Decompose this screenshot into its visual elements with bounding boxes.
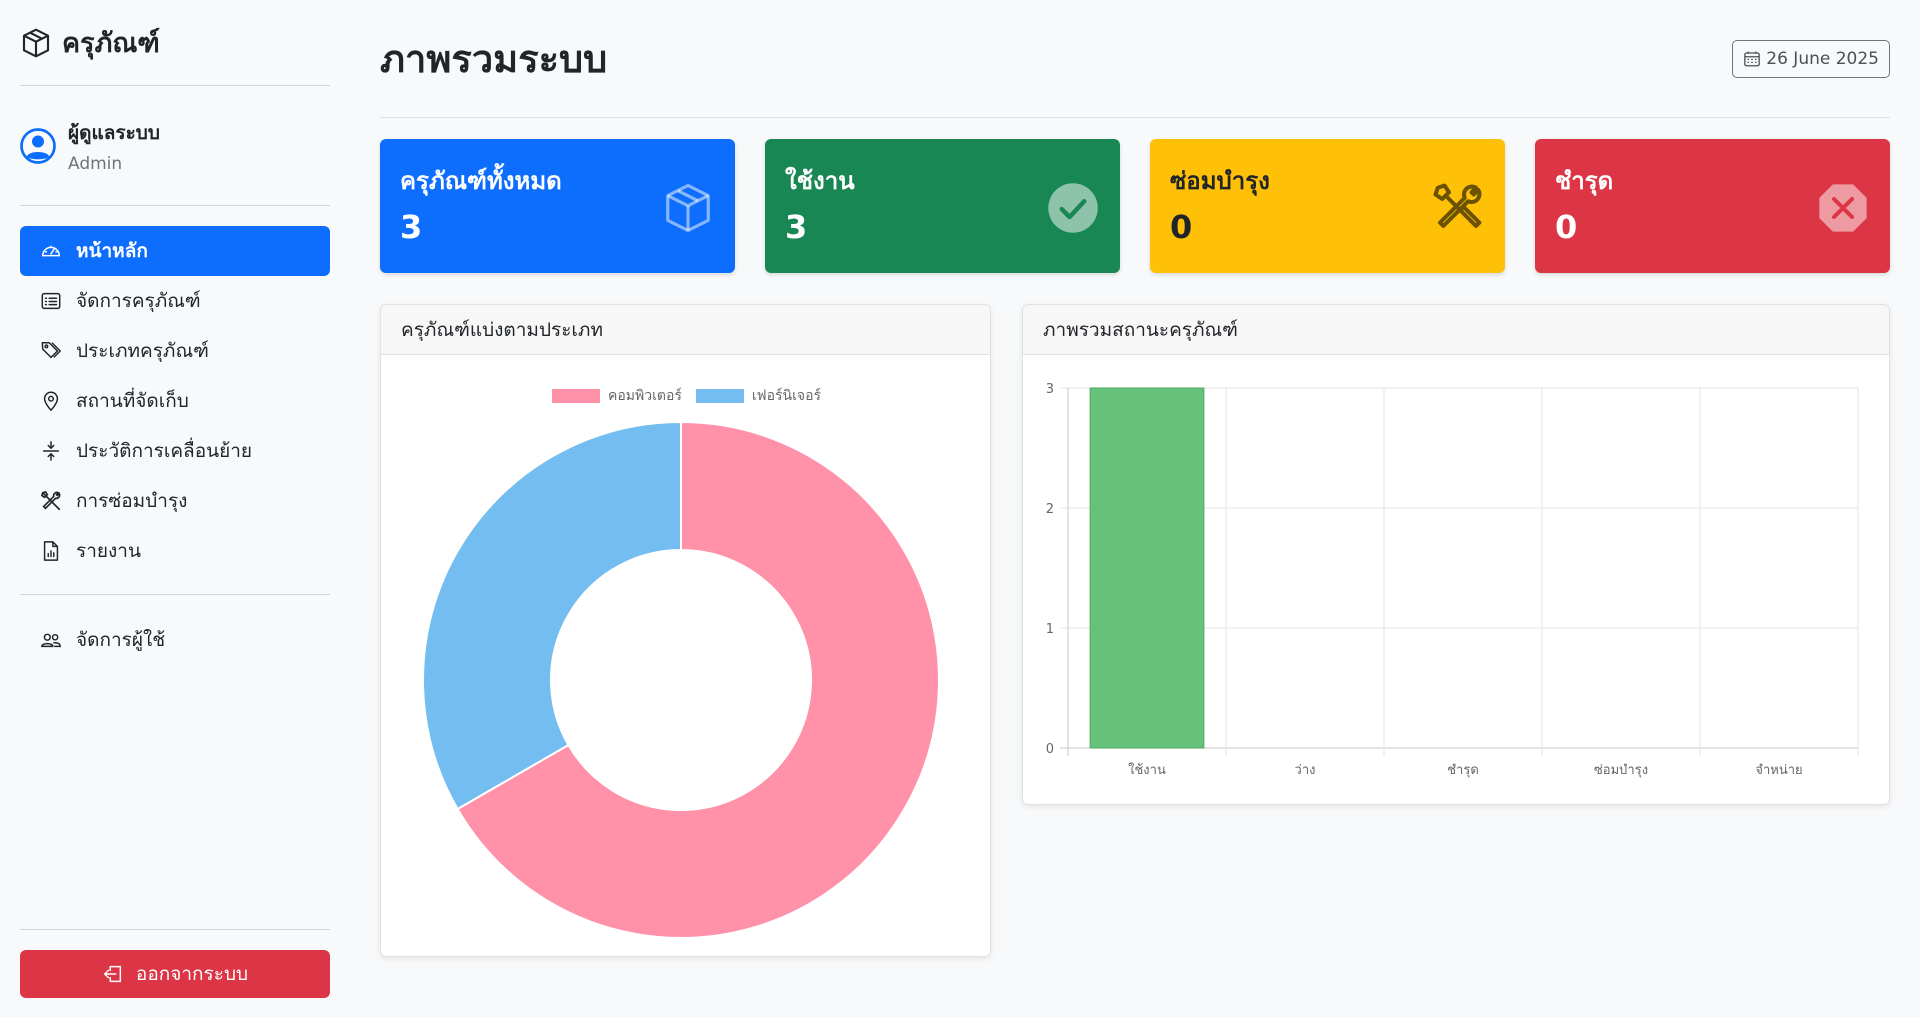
stat-card-in-use[interactable]: ใช้งาน 3 xyxy=(765,139,1120,273)
main-nav: หน้าหลัก จัดการครุภัณฑ์ ประเภทครุภัณฑ์ ส… xyxy=(20,206,330,595)
tools-icon xyxy=(40,490,61,511)
y-tick-label: 2 xyxy=(1046,502,1054,517)
speedometer-icon xyxy=(42,245,60,257)
person-circle-icon xyxy=(20,127,56,164)
user-role: Admin xyxy=(68,153,123,174)
nav-label: ประเภทครุภัณฑ์ xyxy=(76,340,209,362)
nav-label: รายงาน xyxy=(76,540,141,562)
stat-cards: ครุภัณฑ์ทั้งหมด 3 ใช้งาน 3 ซ่อมบำรุง 0 ช… xyxy=(380,139,1890,273)
box-icon xyxy=(666,183,710,233)
brand[interactable]: ครุภัณฑ์ xyxy=(20,0,330,86)
main-content: ภาพรวมระบบ 26 June 2025 ครุภัณฑ์ทั้งหมด … xyxy=(380,0,1890,957)
user-name: ผู้ดูแลระบบ xyxy=(68,121,160,144)
box-arrow-left-icon xyxy=(103,965,121,983)
y-tick-label: 3 xyxy=(1046,382,1054,397)
calendar-icon xyxy=(1744,51,1761,66)
y-tick-label: 1 xyxy=(1046,622,1054,637)
x-octagon-icon xyxy=(1819,184,1867,232)
brand-title: ครุภัณฑ์ xyxy=(62,28,160,59)
sidebar: ครุภัณฑ์ ผู้ดูแลระบบ Admin หน้าหลัก จัดก… xyxy=(0,0,350,1017)
x-tick-label: ซ่อมบำรุง xyxy=(1594,763,1648,778)
file-chart-icon xyxy=(43,541,59,561)
panel-title: ครุภัณฑ์แบ่งตามประเภท xyxy=(381,305,990,355)
logout-label: ออกจากระบบ xyxy=(135,963,249,985)
y-tick-label: 0 xyxy=(1046,742,1054,757)
panel-title: ภาพรวมสถานะครุภัณฑ์ xyxy=(1023,305,1889,355)
donut-slice-1[interactable] xyxy=(422,420,682,811)
check-circle-icon xyxy=(1048,183,1098,233)
page-header: ภาพรวมระบบ 26 June 2025 xyxy=(380,0,1890,118)
nav-label: การซ่อมบำรุง xyxy=(76,490,188,512)
nav-item-movement-history[interactable]: ประวัติการเคลื่อนย้าย xyxy=(20,426,330,476)
x-tick-label: ใช้งาน xyxy=(1128,762,1166,778)
admin-nav: จัดการผู้ใช้ xyxy=(20,595,330,665)
x-tick-label: ว่าง xyxy=(1295,763,1316,778)
tools-icon xyxy=(1433,183,1482,229)
nav-label: หน้าหลัก xyxy=(76,240,148,262)
nav-label: จัดการครุภัณฑ์ xyxy=(76,290,201,312)
tags-icon xyxy=(41,342,61,359)
status-overview-panel: ภาพรวมสถานะครุภัณฑ์ 0 1 2 3 ใช้งาน ว่าง ชำรุด ซ… xyxy=(1022,304,1890,805)
arrows-vertical-icon xyxy=(42,441,60,461)
nav-item-equipment-types[interactable]: ประเภทครุภัณฑ์ xyxy=(20,326,330,376)
bar-0[interactable] xyxy=(1089,387,1205,749)
people-icon xyxy=(41,633,61,648)
nav-label: ประวัติการเคลื่อนย้าย xyxy=(76,440,253,462)
donut-chart xyxy=(422,420,940,939)
nav-item-manage-users[interactable]: จัดการผู้ใช้ xyxy=(20,615,330,665)
stat-card-broken[interactable]: ชำรุด 0 xyxy=(1535,139,1890,273)
geo-pin-icon xyxy=(43,391,59,412)
nav-item-maintenance[interactable]: การซ่อมบำรุง xyxy=(20,476,330,526)
stat-card-total[interactable]: ครุภัณฑ์ทั้งหมด 3 xyxy=(380,139,735,273)
logout-button[interactable]: ออกจากระบบ xyxy=(20,950,330,998)
stat-card-maintenance[interactable]: ซ่อมบำรุง 0 xyxy=(1150,139,1505,273)
date-badge: 26 June 2025 xyxy=(1732,39,1890,78)
nav-label: จัดการผู้ใช้ xyxy=(76,629,166,651)
list-icon xyxy=(41,292,61,310)
page-title: ภาพรวมระบบ xyxy=(380,37,608,81)
date-text: 26 June 2025 xyxy=(1766,48,1879,69)
x-tick-label: จำหน่าย xyxy=(1755,763,1802,778)
box-icon xyxy=(22,28,50,57)
equipment-by-type-panel: ครุภัณฑ์แบ่งตามประเภท คอมพิวเตอร์ เฟอร์น… xyxy=(380,304,991,957)
x-tick-label: ชำรุด xyxy=(1447,763,1479,778)
nav-item-reports[interactable]: รายงาน xyxy=(20,526,330,576)
nav-item-manage-equipment[interactable]: จัดการครุภัณฑ์ xyxy=(20,276,330,326)
bar-chart: 0 1 2 3 ใช้งาน ว่าง ชำรุด ซ่อมบำรุง จำหน่าย xyxy=(1046,382,1859,778)
nav-item-storage-locations[interactable]: สถานที่จัดเก็บ xyxy=(20,376,330,426)
nav-label: สถานที่จัดเก็บ xyxy=(76,390,189,412)
nav-item-home[interactable]: หน้าหลัก xyxy=(20,226,330,276)
logout-section: ออกจากระบบ xyxy=(20,929,330,998)
user-info: ผู้ดูแลระบบ Admin xyxy=(20,86,330,206)
